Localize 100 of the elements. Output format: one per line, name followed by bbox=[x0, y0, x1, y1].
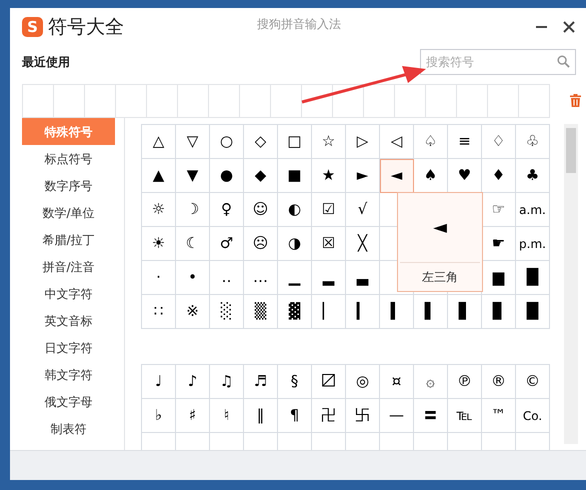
symbol-cell[interactable]: ※ bbox=[176, 295, 210, 329]
symbol-cell[interactable]: 卐 bbox=[346, 399, 380, 433]
symbol-cell[interactable]: ♩ bbox=[142, 365, 176, 399]
symbol-cell[interactable]: ▆ bbox=[482, 261, 516, 295]
symbol-cell[interactable]: ℡ bbox=[448, 399, 482, 433]
symbol-cell[interactable]: ♪ bbox=[176, 365, 210, 399]
symbol-cell[interactable]: § bbox=[278, 365, 312, 399]
symbol-cell[interactable]: ▓ bbox=[278, 295, 312, 329]
category-item[interactable]: 英文音标 bbox=[22, 307, 115, 334]
symbol-cell[interactable]: ■ bbox=[278, 159, 312, 193]
symbol-cell[interactable]: ▎ bbox=[346, 295, 380, 329]
symbol-cell[interactable]: ♣ bbox=[516, 159, 550, 193]
symbol-cell[interactable]: ☽ bbox=[176, 193, 210, 227]
symbol-cell[interactable]: a.m. bbox=[516, 193, 550, 227]
scrollbar[interactable] bbox=[564, 124, 578, 444]
symbol-cell[interactable]: ○ bbox=[210, 125, 244, 159]
search-icon bbox=[557, 55, 570, 68]
symbol-cell[interactable]: ☞ bbox=[482, 193, 516, 227]
category-item[interactable]: 韩文字符 bbox=[22, 361, 115, 388]
symbol-cell[interactable]: ◄ bbox=[380, 159, 414, 193]
category-item[interactable]: 数学/单位 bbox=[22, 199, 115, 226]
symbol-cell[interactable]: ◑ bbox=[278, 227, 312, 261]
symbol-cell[interactable]: ◁ bbox=[380, 125, 414, 159]
symbol-cell[interactable]: ☾ bbox=[176, 227, 210, 261]
symbol-cell[interactable]: ♤ bbox=[414, 125, 448, 159]
symbol-cell[interactable]: ► bbox=[346, 159, 380, 193]
symbol-cell[interactable]: ♭ bbox=[142, 399, 176, 433]
symbol-cell[interactable]: ▋ bbox=[448, 295, 482, 329]
symbol-cell[interactable]: ▊ bbox=[482, 295, 516, 329]
category-item[interactable]: 数字序号 bbox=[22, 172, 115, 199]
symbol-cell[interactable]: ╳ bbox=[346, 227, 380, 261]
symbol-cell[interactable]: ● bbox=[210, 159, 244, 193]
symbol-cell[interactable]: ♂ bbox=[210, 227, 244, 261]
trash-icon[interactable] bbox=[570, 94, 581, 107]
symbol-cell[interactable]: 〓 bbox=[414, 399, 448, 433]
symbol-cell[interactable]: ◐ bbox=[278, 193, 312, 227]
symbol-cell[interactable]: ▽ bbox=[176, 125, 210, 159]
category-item[interactable]: 中文字符 bbox=[22, 280, 115, 307]
symbol-cell[interactable]: ◇ bbox=[244, 125, 278, 159]
symbol-cell[interactable]: ♫ bbox=[210, 365, 244, 399]
symbol-cell[interactable]: △ bbox=[142, 125, 176, 159]
symbol-cell[interactable]: ◎ bbox=[346, 365, 380, 399]
symbol-cell[interactable]: □ bbox=[278, 125, 312, 159]
symbol-cell[interactable]: p.m. bbox=[516, 227, 550, 261]
symbol-cell[interactable]: ℗ bbox=[448, 365, 482, 399]
symbol-cell[interactable]: ◆ bbox=[244, 159, 278, 193]
symbol-cell[interactable]: ♧ bbox=[516, 125, 550, 159]
symbol-cell[interactable]: ▲ bbox=[142, 159, 176, 193]
symbol-cell[interactable]: ♢ bbox=[482, 125, 516, 159]
symbol-cell[interactable]: █ bbox=[516, 295, 550, 329]
symbol-cell[interactable]: ▍ bbox=[380, 295, 414, 329]
category-item[interactable]: 日文字符 bbox=[22, 334, 115, 361]
symbol-cell[interactable]: ▌ bbox=[414, 295, 448, 329]
symbol-cell[interactable]: — bbox=[380, 399, 414, 433]
symbol-cell[interactable]: ™ bbox=[482, 399, 516, 433]
symbol-cell[interactable]: ▃ bbox=[346, 261, 380, 295]
symbol-cell[interactable]: ☺ bbox=[244, 193, 278, 227]
symbol-cell[interactable]: ∷ bbox=[142, 295, 176, 329]
symbol-cell[interactable]: ‖ bbox=[244, 399, 278, 433]
symbol-cell[interactable]: ☛ bbox=[482, 227, 516, 261]
symbol-cell[interactable]: · bbox=[142, 261, 176, 295]
symbol-cell[interactable]: ▂ bbox=[312, 261, 346, 295]
symbol-cell[interactable]: Co. bbox=[516, 399, 550, 433]
symbol-cell[interactable]: █ bbox=[516, 261, 550, 295]
symbol-cell[interactable]: ¤ bbox=[380, 365, 414, 399]
symbol-cell[interactable]: ★ bbox=[312, 159, 346, 193]
symbol-cell[interactable]: ☼ bbox=[142, 193, 176, 227]
symbol-cell[interactable]: 〼 bbox=[312, 365, 346, 399]
symbol-cell[interactable]: ▷ bbox=[346, 125, 380, 159]
category-item[interactable]: 拼音/注音 bbox=[22, 253, 115, 280]
symbol-cell[interactable]: ▼ bbox=[176, 159, 210, 193]
symbol-cell[interactable]: ‥ bbox=[210, 261, 244, 295]
category-item[interactable]: 希腊/拉丁 bbox=[22, 226, 115, 253]
symbol-cell[interactable]: ░ bbox=[210, 295, 244, 329]
symbol-cell[interactable]: ♯ bbox=[176, 399, 210, 433]
symbol-cell[interactable]: ☆ bbox=[312, 125, 346, 159]
symbol-cell[interactable]: … bbox=[244, 261, 278, 295]
symbol-cell[interactable]: ♦ bbox=[482, 159, 516, 193]
symbol-cell[interactable]: ۞ bbox=[414, 365, 448, 399]
symbol-cell[interactable]: ¶ bbox=[278, 399, 312, 433]
symbol-cell[interactable]: ☑ bbox=[312, 193, 346, 227]
symbol-cell[interactable]: ♬ bbox=[244, 365, 278, 399]
symbol-cell[interactable]: ☀ bbox=[142, 227, 176, 261]
category-item[interactable]: 制表符 bbox=[22, 415, 115, 442]
symbol-cell[interactable]: ♮ bbox=[210, 399, 244, 433]
symbol-cell[interactable]: ☒ bbox=[312, 227, 346, 261]
symbol-cell[interactable]: ▁ bbox=[278, 261, 312, 295]
symbol-cell[interactable]: ☹ bbox=[244, 227, 278, 261]
symbol-cell[interactable]: ® bbox=[482, 365, 516, 399]
symbol-cell[interactable]: ▏ bbox=[312, 295, 346, 329]
category-item[interactable]: 标点符号 bbox=[22, 145, 115, 172]
symbol-cell[interactable]: 卍 bbox=[312, 399, 346, 433]
search-field[interactable]: 搜索符号 bbox=[420, 49, 576, 75]
symbol-cell[interactable]: ▒ bbox=[244, 295, 278, 329]
symbol-cell[interactable]: • bbox=[176, 261, 210, 295]
symbol-cell[interactable]: © bbox=[516, 365, 550, 399]
symbol-cell[interactable]: ♀ bbox=[210, 193, 244, 227]
symbol-cell[interactable]: √ bbox=[346, 193, 380, 227]
symbol-cell[interactable]: ≡ bbox=[448, 125, 482, 159]
category-item[interactable]: 俄文字母 bbox=[22, 388, 115, 415]
